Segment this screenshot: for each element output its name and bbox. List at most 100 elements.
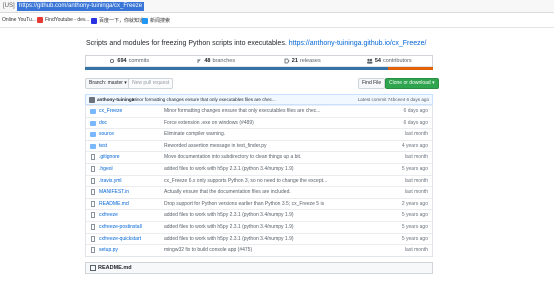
file-commit-message[interactable]: Eliminate compiler warning.: [164, 129, 334, 140]
file-row[interactable]: cxfreeze added files to work with h5py 2.…: [86, 209, 432, 221]
tag-icon: [284, 58, 290, 64]
folder-icon: [90, 143, 96, 149]
commit-message[interactable]: Minor formatting changes ensure that onl…: [132, 95, 350, 104]
file-name[interactable]: cxfreeze: [99, 210, 118, 221]
file-name[interactable]: doc: [99, 118, 107, 129]
contributors-link[interactable]: 54 contributors: [346, 56, 433, 66]
file-row[interactable]: doc Force extension .exe on windows (#489…: [86, 116, 432, 129]
file-commit-message[interactable]: added files to work with h5py 2.3.1 (pyt…: [164, 164, 334, 175]
releases-count: 21: [291, 58, 298, 64]
url-text[interactable]: https://github.com/anthony-tuininga/cx_F…: [17, 2, 145, 11]
file-commit-message[interactable]: Actually ensure that the documentation f…: [164, 187, 334, 198]
file-name[interactable]: .travis.yml: [99, 176, 122, 187]
file-name[interactable]: setup.py: [99, 245, 118, 256]
file-row[interactable]: MANIFEST.in Actually ensure that the docu…: [86, 186, 432, 198]
file-name[interactable]: test: [99, 141, 107, 152]
contributors-count: 54: [374, 58, 381, 64]
file-name[interactable]: .hgeol: [99, 164, 113, 175]
bookmark-item[interactable]: FindYoutube - dev...: [37, 17, 89, 23]
find-file-button[interactable]: Find File: [358, 78, 386, 89]
file-age: 5 years ago: [401, 165, 428, 172]
file-row[interactable]: cx_Freeze Minor formatting changes ensure…: [86, 105, 432, 117]
folder-icon: [90, 132, 96, 138]
file-row[interactable]: cxfreeze-quickstart added files to work w…: [86, 232, 432, 245]
bookmark-item[interactable]: 新闻搜索: [142, 17, 170, 24]
bookmark-item[interactable]: 百度一下，你就知道: [91, 17, 144, 24]
file-icon: [91, 200, 95, 207]
branch-icon: [197, 58, 201, 63]
clone-download-button[interactable]: Clone or download ▾: [385, 78, 439, 89]
file-commit-message[interactable]: added files to work with h5py 2.3.1 (pyt…: [164, 234, 334, 245]
file-row[interactable]: .travis.yml cx_Freeze 6.x only supports P…: [86, 174, 432, 187]
file-icon: [91, 223, 95, 230]
file-age: last month: [404, 154, 428, 161]
contributors-label: contributors: [382, 58, 412, 64]
file-age: 6 days ago: [403, 119, 428, 126]
file-commit-message[interactable]: cx_Freeze 6.x only supports Python 3, so…: [164, 176, 334, 187]
file-row[interactable]: setup.py mingw32 fix to build console app…: [86, 244, 432, 256]
bookmark-label: 百度一下，你就知道: [99, 18, 145, 24]
book-icon: [90, 265, 96, 271]
avatar[interactable]: [89, 97, 95, 103]
file-age: 5 years ago: [401, 212, 428, 219]
file-list: cx_Freeze Minor formatting changes ensure…: [85, 105, 433, 257]
homepage-link[interactable]: https://anthony-tuininga.github.io/cx_Fr…: [289, 40, 427, 47]
address-bar[interactable]: [US] https://github.com/anthony-tuininga…: [0, 0, 554, 13]
readme-title: README.md: [98, 265, 132, 271]
bookmark-label: FindYoutube - dev...: [45, 17, 90, 23]
file-name[interactable]: cx_Freeze: [99, 106, 122, 117]
file-age: last month: [404, 177, 428, 184]
branch-select-button[interactable]: Branch: master ▾: [85, 78, 131, 89]
file-commit-message[interactable]: added files to work with h5py 2.3.1 (pyt…: [164, 210, 334, 221]
bookmark-icon: [91, 17, 97, 24]
file-name[interactable]: source: [99, 129, 114, 140]
file-name[interactable]: cxfreeze-postinstall: [99, 222, 142, 233]
bookmark-icon: [142, 17, 148, 24]
branches-link[interactable]: 48 branches: [173, 56, 260, 66]
file-commit-message[interactable]: mingw32 fix to build console app (#475): [164, 245, 334, 256]
file-name[interactable]: .gitignore: [99, 152, 120, 163]
file-row[interactable]: README.md Drop support for Python version…: [86, 197, 432, 210]
file-commit-message[interactable]: Force extension .exe on windows (#489): [164, 118, 334, 129]
commit-author[interactable]: anthony-tuininga: [97, 95, 134, 104]
new-pull-request-button[interactable]: New pull request: [128, 78, 174, 89]
commits-label: commits: [128, 58, 150, 64]
file-name[interactable]: README.md: [99, 199, 129, 210]
releases-link[interactable]: 21 releases: [259, 56, 346, 66]
latest-commit-info[interactable]: Latest commit 74bcee4 6 days ago: [358, 95, 429, 104]
file-age: 5 years ago: [401, 235, 428, 242]
file-row[interactable]: source Eliminate compiler warning. last mo…: [86, 128, 432, 140]
file-age: last month: [404, 247, 428, 254]
file-row[interactable]: .gitignore Move documentation into subdir…: [86, 151, 432, 163]
releases-label: releases: [299, 58, 321, 64]
file-commit-message[interactable]: Minor formatting changes ensure that onl…: [164, 106, 334, 117]
file-name[interactable]: MANIFEST.in: [99, 187, 129, 198]
file-commit-message[interactable]: Reworded assertion message in test_finde…: [164, 141, 334, 152]
file-age: last month: [404, 189, 428, 196]
file-age: 6 days ago: [403, 108, 428, 114]
file-icon: [91, 189, 95, 196]
commit-icon: [110, 58, 115, 64]
commits-link[interactable]: 694 commits: [86, 56, 173, 66]
file-icon: [91, 247, 95, 254]
commits-count: 694: [117, 58, 127, 64]
file-row[interactable]: .hgeol added files to work with h5py 2.3.…: [86, 162, 432, 175]
readme-header: README.md: [85, 262, 433, 274]
file-commit-message[interactable]: Drop support for Python versions earlier…: [164, 199, 334, 210]
file-commit-message[interactable]: Move documentation into subdirectory to …: [164, 152, 334, 163]
latest-commit-bar: anthony-tuininga Minor formatting change…: [85, 94, 433, 105]
folder-icon: [90, 120, 96, 126]
bookmark-item[interactable]: Online YouTu...: [2, 17, 36, 23]
file-name[interactable]: cxfreeze-quickstart: [99, 234, 141, 245]
bookmark-icon: [37, 17, 43, 23]
language-bar[interactable]: [85, 67, 433, 70]
file-icon: [91, 154, 95, 161]
file-commit-message[interactable]: added files to work with h5py 2.3.1 (pyt…: [164, 222, 334, 233]
file-row[interactable]: cxfreeze-postinstall added files to work …: [86, 220, 432, 233]
bookmark-label: 新闻搜索: [150, 18, 171, 24]
file-row[interactable]: test Reworded assertion message in test_f…: [86, 139, 432, 152]
file-icon: [91, 212, 95, 219]
file-icon: [91, 165, 95, 172]
url-prefix: [US]: [3, 3, 15, 9]
file-navigation: Branch: master ▾ New pull request Find F…: [85, 78, 439, 90]
